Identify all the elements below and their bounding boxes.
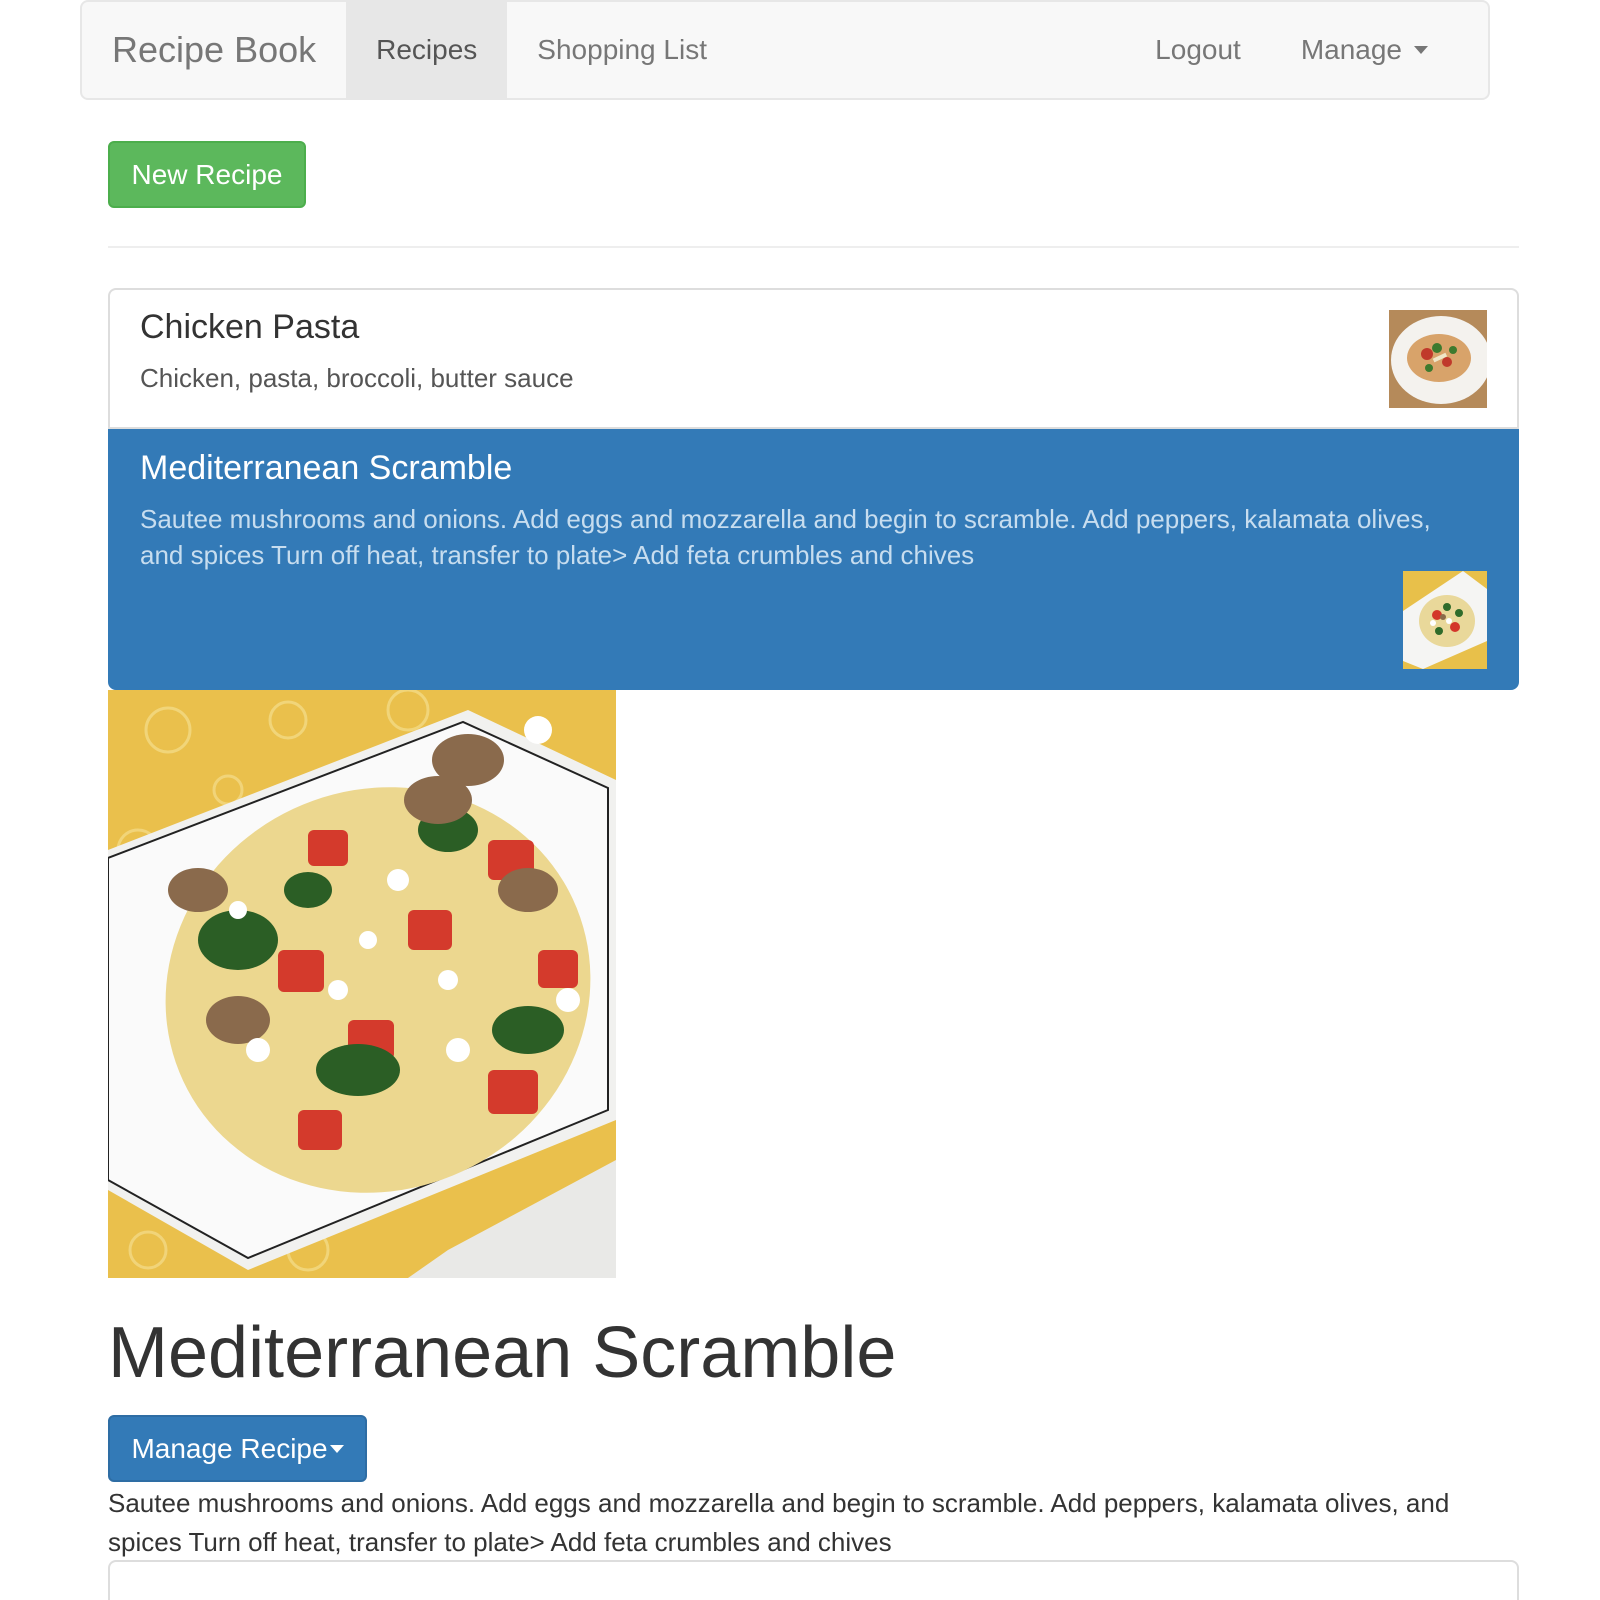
manage-recipe-button[interactable]: Manage Recipe — [108, 1415, 367, 1482]
logout-link[interactable]: Logout — [1125, 2, 1271, 98]
tab-recipes[interactable]: Recipes — [346, 2, 508, 98]
recipe-description: Sautee mushrooms and onions. Add eggs an… — [140, 504, 1431, 570]
caret-down-icon — [1414, 46, 1428, 54]
manage-recipe-label: Manage Recipe — [131, 1432, 328, 1464]
caret-down-icon — [329, 1444, 344, 1453]
recipe-description: Chicken, pasta, broccoli, butter sauce — [140, 363, 574, 393]
recipe-list-item[interactable]: Chicken Pasta Chicken, pasta, broccoli, … — [108, 288, 1519, 429]
recipe-list-item-active[interactable]: Mediterranean Scramble Sautee mushrooms … — [108, 429, 1519, 690]
ingredients-panel — [108, 1560, 1519, 1600]
recipe-detail-title: Mediterranean Scramble — [108, 1313, 897, 1393]
brand-link[interactable]: Recipe Book — [82, 2, 346, 98]
manage-dropdown[interactable]: Manage — [1271, 2, 1458, 98]
recipe-name: Mediterranean Scramble — [140, 449, 513, 487]
new-recipe-button[interactable]: New Recipe — [108, 141, 306, 208]
chicken-pasta-photo — [1389, 310, 1487, 408]
divider — [108, 246, 1519, 248]
recipe-name: Chicken Pasta — [140, 308, 360, 346]
mediterranean-scramble-photo — [108, 690, 616, 1278]
navbar: Recipe Book Recipes Shopping List Logout… — [80, 0, 1490, 100]
mediterranean-scramble-photo — [1403, 571, 1487, 669]
recipe-thumbnail — [1389, 310, 1487, 408]
recipe-detail-description: Sautee mushrooms and onions. Add eggs an… — [108, 1488, 1450, 1557]
navbar-right: Logout Manage — [1125, 2, 1488, 98]
recipe-thumbnail — [1403, 571, 1487, 669]
recipe-image — [108, 690, 616, 1278]
manage-label: Manage — [1300, 34, 1402, 65]
tab-shopping-list[interactable]: Shopping List — [507, 2, 737, 98]
